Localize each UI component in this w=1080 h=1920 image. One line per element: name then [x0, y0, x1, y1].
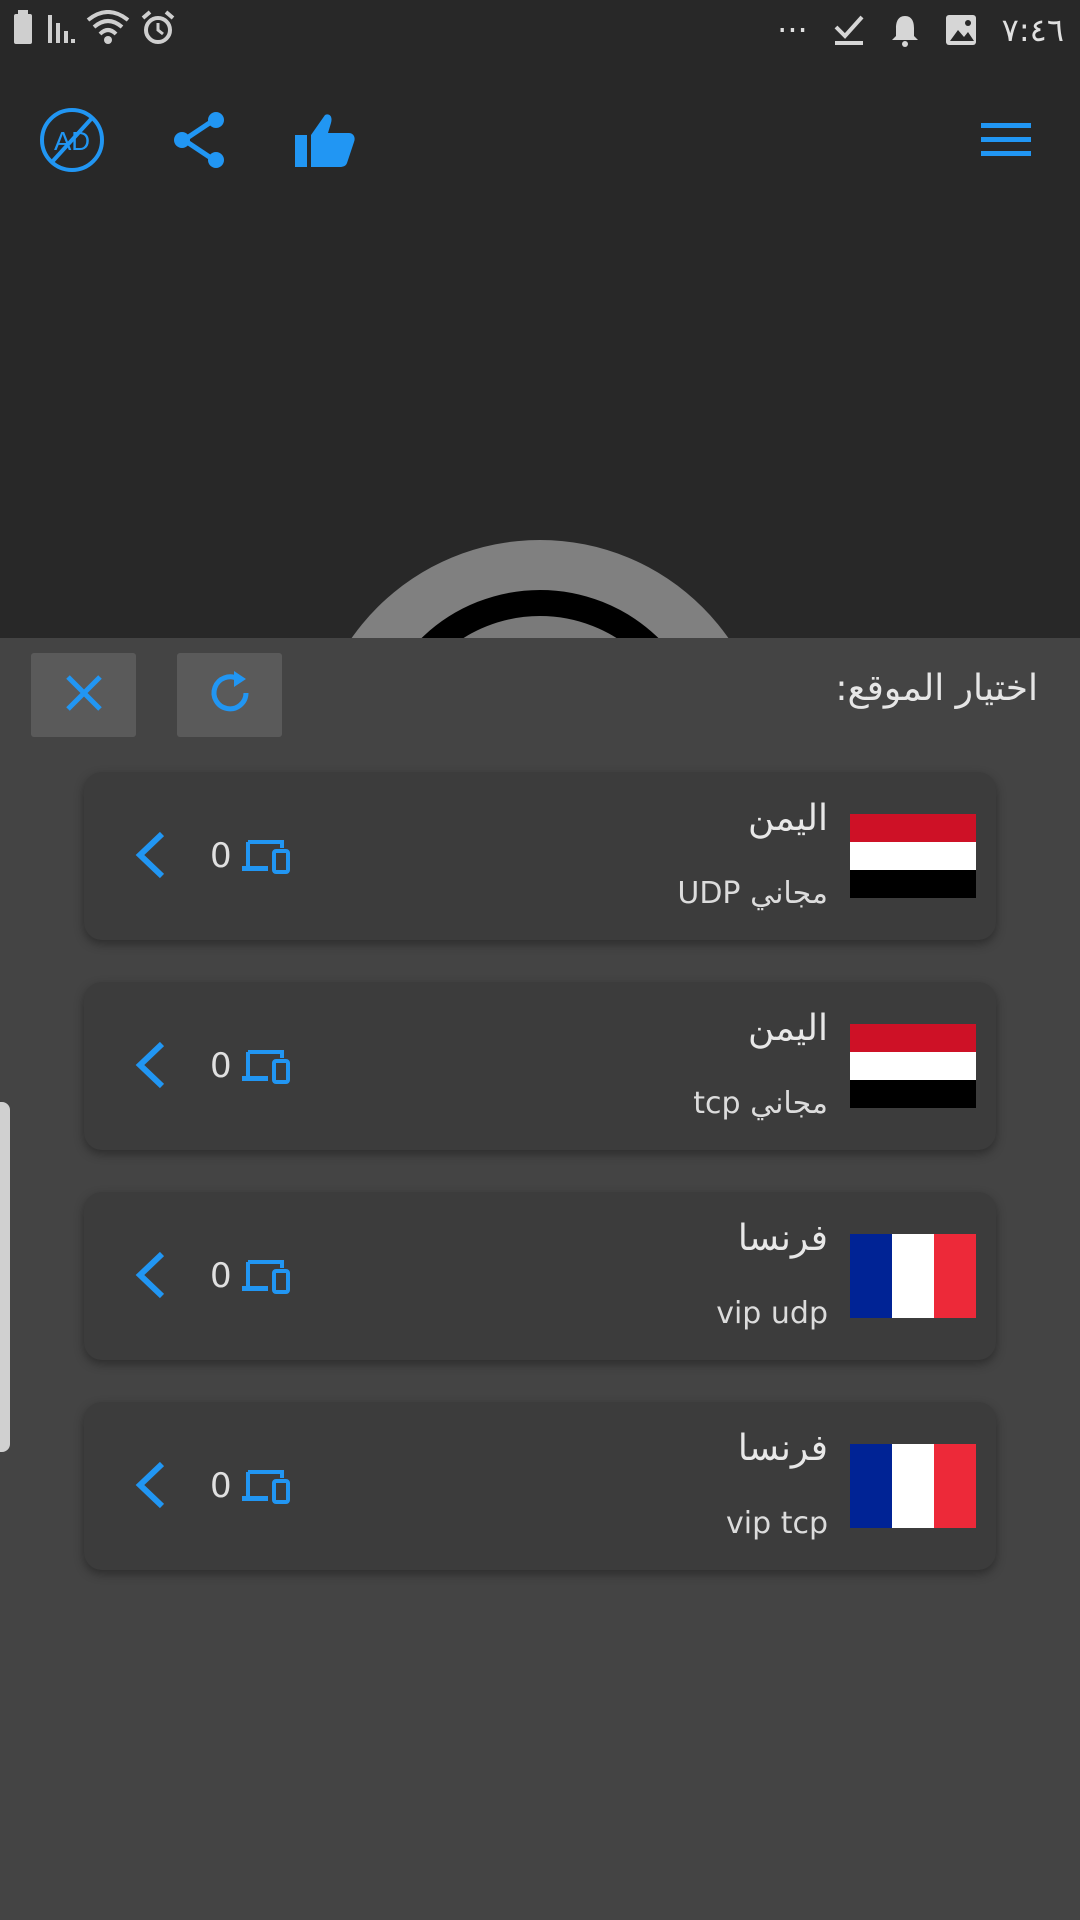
status-bar: ··· ٧:٤٦: [0, 0, 1080, 60]
battery-icon: [12, 10, 36, 46]
server-item-france-udp[interactable]: فرنسا vip udp 0: [84, 1192, 996, 1360]
overflow-dots-icon: ···: [777, 11, 808, 49]
check-download-icon: [832, 13, 866, 47]
server-list: اليمن مجاني UDP 0 اليمن مجاني tcp 0 فرنس…: [84, 772, 996, 1612]
server-protocol: vip tcp: [726, 1506, 828, 1541]
chevron-left-icon: [132, 830, 166, 884]
wifi-icon: [86, 10, 130, 46]
device-count: 0: [210, 1046, 232, 1086]
server-item-yemen-tcp[interactable]: اليمن مجاني tcp 0: [84, 982, 996, 1150]
server-country: فرنسا: [737, 1218, 828, 1259]
location-picker-sheet: اختيار الموقع: اليمن مجاني UDP 0 اليمن م…: [0, 638, 1080, 1920]
app-bar: AD: [0, 60, 1080, 210]
image-notification-icon: [944, 13, 978, 47]
edge-panel-handle[interactable]: [0, 1102, 10, 1452]
server-country: فرنسا: [737, 1428, 828, 1469]
close-icon: [64, 673, 104, 717]
chevron-left-icon: [132, 1250, 166, 1304]
remove-ads-icon: AD: [38, 106, 106, 178]
refresh-button[interactable]: [177, 653, 282, 737]
rate-button[interactable]: [285, 102, 365, 182]
server-country: اليمن: [747, 798, 828, 839]
refresh-icon: [206, 669, 254, 721]
devices-icon: [242, 1258, 290, 1298]
devices-icon: [242, 1468, 290, 1508]
device-count: 0: [210, 1256, 232, 1296]
signal-icon: [46, 11, 76, 45]
close-button[interactable]: [31, 653, 136, 737]
thumbs-up-icon: [293, 111, 357, 173]
menu-icon: [981, 121, 1031, 163]
server-protocol: vip udp: [716, 1296, 828, 1331]
chevron-left-icon: [132, 1460, 166, 1514]
alarm-icon: [140, 10, 176, 46]
yemen-flag: [850, 814, 976, 898]
yemen-flag: [850, 1024, 976, 1108]
menu-button[interactable]: [966, 102, 1046, 182]
france-flag: [850, 1234, 976, 1318]
device-count: 0: [210, 836, 232, 876]
devices-icon: [242, 1048, 290, 1088]
share-icon: [172, 110, 228, 174]
device-count: 0: [210, 1466, 232, 1506]
server-country: اليمن: [747, 1008, 828, 1049]
server-protocol: مجاني UDP: [677, 876, 828, 911]
notification-bell-icon: [890, 13, 920, 47]
server-item-yemen-udp[interactable]: اليمن مجاني UDP 0: [84, 772, 996, 940]
share-button[interactable]: [160, 102, 240, 182]
chevron-left-icon: [132, 1040, 166, 1094]
server-item-france-tcp[interactable]: فرنسا vip tcp 0: [84, 1402, 996, 1570]
devices-icon: [242, 838, 290, 878]
france-flag: [850, 1444, 976, 1528]
server-protocol: مجاني tcp: [693, 1086, 828, 1121]
status-time: ٧:٤٦: [1001, 11, 1064, 49]
remove-ads-button[interactable]: AD: [32, 102, 112, 182]
sheet-title: اختيار الموقع:: [835, 668, 1038, 709]
